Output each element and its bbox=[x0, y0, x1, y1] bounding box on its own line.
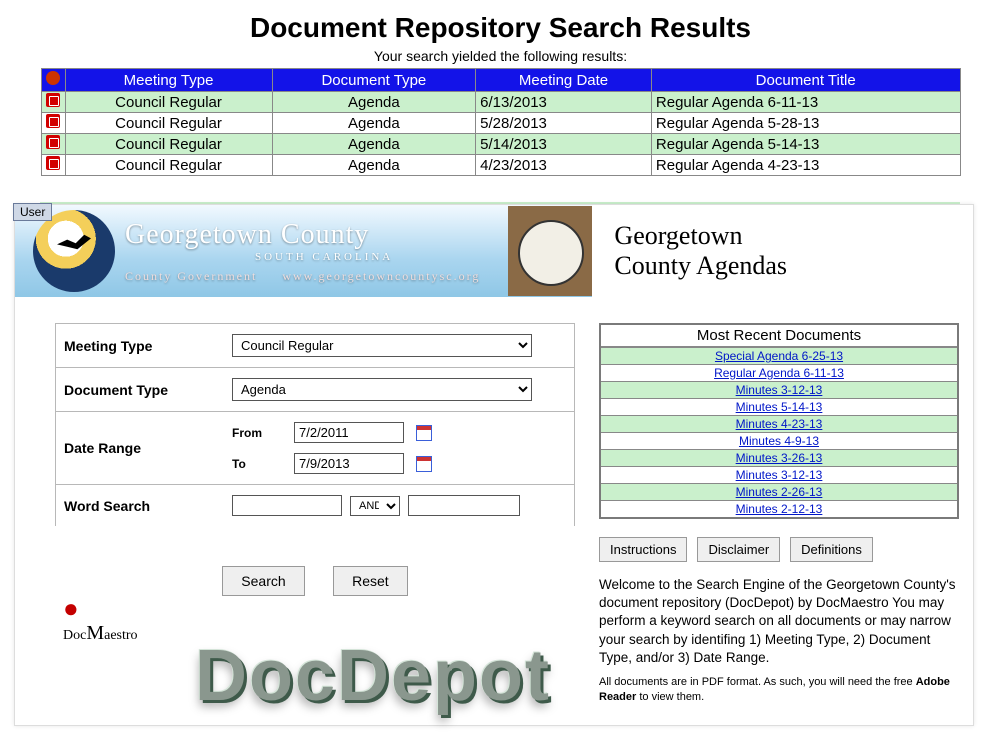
recent-documents-title: Most Recent Documents bbox=[601, 325, 957, 347]
recent-doc-row: Minutes 4-9-13 bbox=[601, 432, 957, 449]
banner-gov2: Government bbox=[177, 269, 257, 283]
cell-meeting-type: Council Regular bbox=[65, 134, 272, 155]
word-search-input-1[interactable] bbox=[232, 495, 342, 516]
page-title: Document Repository Search Results bbox=[0, 12, 1001, 44]
pdf-icon[interactable] bbox=[41, 134, 65, 155]
instructions-button[interactable]: Instructions bbox=[599, 537, 687, 562]
table-row[interactable]: Council RegularAgenda5/14/2013Regular Ag… bbox=[41, 134, 960, 155]
recent-doc-link[interactable]: Minutes 5-14-13 bbox=[736, 400, 823, 414]
recent-doc-row: Minutes 2-12-13 bbox=[601, 500, 957, 517]
results-table: Meeting Type Document Type Meeting Date … bbox=[41, 68, 961, 176]
recent-doc-link[interactable]: Regular Agenda 6-11-13 bbox=[714, 366, 844, 380]
cell-meeting-date: 6/13/2013 bbox=[476, 92, 652, 113]
col-meeting-date: Meeting Date bbox=[476, 69, 652, 92]
banner-gov1: County bbox=[125, 269, 172, 283]
calendar-icon[interactable] bbox=[416, 456, 432, 472]
recent-doc-link[interactable]: Minutes 3-12-13 bbox=[736, 383, 823, 397]
cell-document-title: Regular Agenda 5-14-13 bbox=[651, 134, 960, 155]
table-row[interactable]: Council RegularAgenda6/13/2013Regular Ag… bbox=[41, 92, 960, 113]
recent-doc-row: Minutes 2-26-13 bbox=[601, 483, 957, 500]
recent-doc-link[interactable]: Minutes 3-26-13 bbox=[736, 451, 823, 465]
cell-document-type: Agenda bbox=[272, 113, 476, 134]
cell-meeting-date: 5/14/2013 bbox=[476, 134, 652, 155]
cell-document-type: Agenda bbox=[272, 155, 476, 176]
from-date-input[interactable] bbox=[294, 422, 404, 443]
word-search-operator-select[interactable]: AND bbox=[350, 496, 400, 516]
recent-doc-link[interactable]: Minutes 2-26-13 bbox=[736, 485, 823, 499]
col-meeting-type: Meeting Type bbox=[65, 69, 272, 92]
cell-meeting-date: 4/23/2013 bbox=[476, 155, 652, 176]
banner-text: Georgetown County SOUTH CAROLINA County … bbox=[125, 219, 480, 284]
recent-doc-row: Minutes 3-26-13 bbox=[601, 449, 957, 466]
welcome-body: Welcome to the Search Engine of the Geor… bbox=[599, 577, 956, 665]
pdf-icon[interactable] bbox=[41, 155, 65, 176]
pdf-icon[interactable] bbox=[41, 113, 65, 134]
word-search-label: Word Search bbox=[64, 498, 224, 514]
recent-doc-link[interactable]: Special Agenda 6-25-13 bbox=[715, 349, 843, 363]
definitions-button[interactable]: Definitions bbox=[790, 537, 873, 562]
user-tab[interactable]: User bbox=[13, 203, 52, 221]
to-label: To bbox=[232, 457, 282, 471]
meeting-type-label: Meeting Type bbox=[64, 338, 224, 354]
welcome-fine-1: All documents are in PDF format. As such… bbox=[599, 676, 916, 688]
cell-document-type: Agenda bbox=[272, 92, 476, 113]
module-title-1: Georgetown bbox=[614, 221, 973, 251]
recent-doc-link[interactable]: Minutes 4-9-13 bbox=[739, 434, 819, 448]
recent-doc-link[interactable]: Minutes 4-23-13 bbox=[736, 417, 823, 431]
recent-doc-row: Minutes 5-14-13 bbox=[601, 398, 957, 415]
document-type-select[interactable]: Agenda bbox=[232, 378, 532, 401]
cell-document-title: Regular Agenda 6-11-13 bbox=[651, 92, 960, 113]
county-seal-icon bbox=[33, 210, 115, 292]
meeting-type-select[interactable]: Council Regular bbox=[232, 334, 532, 357]
word-search-input-2[interactable] bbox=[408, 495, 520, 516]
cell-document-type: Agenda bbox=[272, 134, 476, 155]
disclaimer-button[interactable]: Disclaimer bbox=[697, 537, 780, 562]
recent-doc-link[interactable]: Minutes 3-12-13 bbox=[736, 468, 823, 482]
table-row[interactable]: Council RegularAgenda4/23/2013Regular Ag… bbox=[41, 155, 960, 176]
cell-meeting-type: Council Regular bbox=[65, 92, 272, 113]
from-label: From bbox=[232, 426, 282, 440]
docmaestro-logo: ● DocMaestro bbox=[63, 592, 138, 645]
to-date-input[interactable] bbox=[294, 453, 404, 474]
module-title: Georgetown County Agendas bbox=[592, 205, 973, 297]
banner-url: www.georgetowncountysc.org bbox=[282, 269, 480, 283]
pdf-header-icon bbox=[41, 69, 65, 92]
pdf-icon[interactable] bbox=[41, 92, 65, 113]
reset-button[interactable]: Reset bbox=[333, 566, 408, 596]
cell-meeting-date: 5/28/2013 bbox=[476, 113, 652, 134]
date-range-label: Date Range bbox=[64, 440, 224, 456]
clock-tower-icon bbox=[508, 206, 592, 296]
calendar-icon[interactable] bbox=[416, 425, 432, 441]
module-title-2: County Agendas bbox=[614, 251, 973, 281]
docdepot-logo: DocDepot bbox=[195, 635, 551, 717]
recent-doc-row: Special Agenda 6-25-13 bbox=[601, 347, 957, 364]
welcome-text: Welcome to the Search Engine of the Geor… bbox=[599, 576, 959, 705]
cell-meeting-type: Council Regular bbox=[65, 155, 272, 176]
col-document-type: Document Type bbox=[272, 69, 476, 92]
search-button[interactable]: Search bbox=[222, 566, 304, 596]
cell-document-title: Regular Agenda 5-28-13 bbox=[651, 113, 960, 134]
document-type-label: Document Type bbox=[64, 382, 224, 398]
recent-doc-link[interactable]: Minutes 2-12-13 bbox=[736, 502, 823, 516]
recent-doc-row: Minutes 3-12-13 bbox=[601, 466, 957, 483]
recent-doc-row: Regular Agenda 6-11-13 bbox=[601, 364, 957, 381]
results-intro: Your search yielded the following result… bbox=[0, 48, 1001, 64]
search-module: User Georgetown County SOUTH CAROLINA Co… bbox=[14, 204, 974, 726]
header-banner: Georgetown County SOUTH CAROLINA County … bbox=[15, 205, 973, 297]
recent-doc-row: Minutes 3-12-13 bbox=[601, 381, 957, 398]
cell-document-title: Regular Agenda 4-23-13 bbox=[651, 155, 960, 176]
banner-state: SOUTH CAROLINA bbox=[255, 251, 480, 263]
banner-county: Georgetown County bbox=[125, 219, 480, 251]
welcome-fine-2: to view them. bbox=[636, 691, 704, 703]
recent-doc-row: Minutes 4-23-13 bbox=[601, 415, 957, 432]
cell-meeting-type: Council Regular bbox=[65, 113, 272, 134]
table-row[interactable]: Council RegularAgenda5/28/2013Regular Ag… bbox=[41, 113, 960, 134]
recent-documents-box: Most Recent Documents Special Agenda 6-2… bbox=[599, 323, 959, 519]
col-document-title: Document Title bbox=[651, 69, 960, 92]
